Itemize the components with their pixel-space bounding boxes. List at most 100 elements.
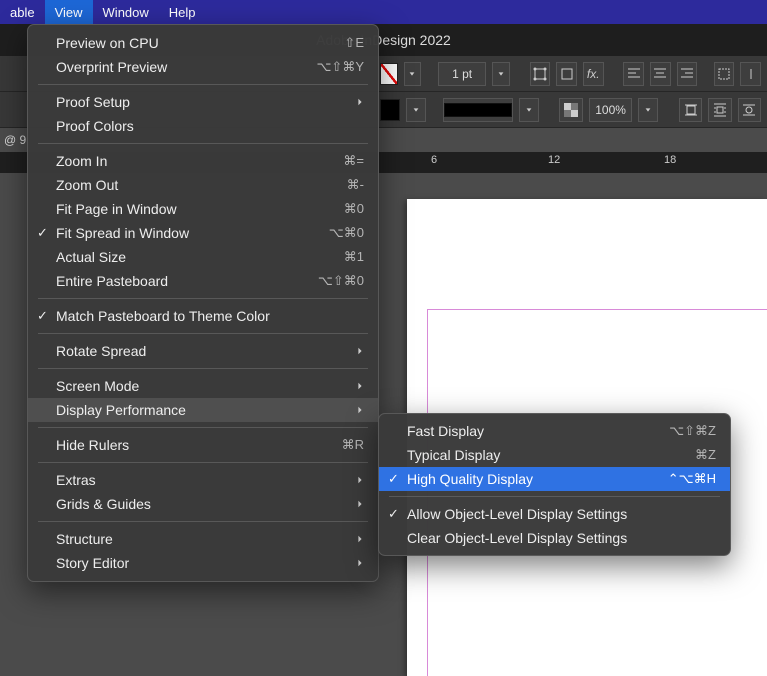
fill-black-swatch[interactable] [380,99,400,121]
transform-icon[interactable] [714,62,735,86]
chevron-right-icon [356,531,364,547]
menu-item[interactable]: Proof Colors [28,114,378,138]
check-icon: ✓ [37,308,48,324]
chevron-right-icon [356,402,364,418]
submenu-item[interactable]: ✓Allow Object-Level Display Settings [379,502,730,526]
menu-item-label: Zoom In [56,153,343,169]
menu-item-shortcut: ⌘= [343,153,364,169]
ruler-tick: 18 [664,154,676,166]
ruler-tick: 6 [431,154,437,166]
fill-dropdown[interactable] [404,62,422,86]
menu-separator [38,462,368,463]
menu-separator [38,333,368,334]
stroke-weight-dropdown[interactable] [492,62,510,86]
submenu-item[interactable]: Clear Object-Level Display Settings [379,526,730,550]
menu-item[interactable]: Zoom In⌘= [28,149,378,173]
opacity-icon[interactable] [559,98,582,122]
menubar-item-view[interactable]: View [45,0,93,24]
menu-item-label: Proof Setup [56,94,356,110]
align-left-icon[interactable] [623,62,644,86]
effects-icon[interactable]: fx. [583,62,604,86]
submenu-item-label: High Quality Display [407,471,668,487]
menu-item-shortcut: ⌘1 [344,249,364,265]
menu-item-shortcut: ⌥⇧⌘0 [318,273,364,289]
menu-item[interactable]: ✓ Match Pasteboard to Theme Color [28,304,378,328]
submenu-item-label: Fast Display [407,423,669,439]
menu-item[interactable]: Extras [28,468,378,492]
menu-item[interactable]: Rotate Spread [28,339,378,363]
text-wrap-bounding-icon[interactable] [708,98,731,122]
more-icon[interactable] [740,62,761,86]
opacity-dropdown[interactable] [638,98,658,122]
submenu-item-shortcut: ⌘Z [695,447,716,463]
chevron-right-icon [356,496,364,512]
chevron-right-icon [356,343,364,359]
menubar-item-able[interactable]: able [0,0,45,24]
menu-item-shortcut: ⌘0 [344,201,364,217]
menu-item-shortcut: ⌥⌘0 [329,225,364,241]
menu-separator [38,143,368,144]
menu-item-label: Fit Page in Window [56,201,344,217]
chevron-right-icon [356,378,364,394]
submenu-item-shortcut: ⌃⌥⌘H [668,471,716,487]
menu-item[interactable]: Actual Size⌘1 [28,245,378,269]
menu-item-label: Actual Size [56,249,344,265]
submenu-item-label: Typical Display [407,447,695,463]
menu-item[interactable]: Entire Pasteboard⌥⇧⌘0 [28,269,378,293]
menu-item[interactable]: Display Performance [28,398,378,422]
menu-item-label: Story Editor [56,555,356,571]
menubar-item-window[interactable]: Window [93,0,159,24]
menu-item-shortcut: ⌥⇧⌘Y [316,59,364,75]
menu-item-label: Extras [56,472,356,488]
menu-item-shortcut: ⌘- [347,177,364,193]
display-performance-submenu: Fast Display⌥⇧⌘ZTypical Display⌘Z✓High Q… [378,413,731,556]
align-center-icon[interactable] [650,62,671,86]
opacity-field[interactable]: 100% [589,98,633,122]
ruler-tick: 12 [548,154,560,166]
menu-item[interactable]: Structure [28,527,378,551]
align-right-icon[interactable] [677,62,698,86]
menu-item[interactable]: Zoom Out⌘- [28,173,378,197]
menu-item-label: Zoom Out [56,177,347,193]
submenu-item[interactable]: Typical Display⌘Z [379,443,730,467]
menu-item[interactable]: Grids & Guides [28,492,378,516]
fill-none-swatch[interactable] [380,63,398,85]
menubar-item-help[interactable]: Help [159,0,206,24]
menu-item-label: Match Pasteboard to Theme Color [56,308,364,324]
text-wrap-shape-icon[interactable] [738,98,761,122]
menu-item[interactable]: Screen Mode [28,374,378,398]
submenu-item-label: Allow Object-Level Display Settings [407,506,716,522]
menu-item[interactable]: Preview on CPU⇧E [28,31,378,55]
menu-item[interactable]: Fit Page in Window⌘0 [28,197,378,221]
menu-item-label: Display Performance [56,402,356,418]
menu-item-label: Screen Mode [56,378,356,394]
menu-item-label: Preview on CPU [56,35,344,51]
object-frame-icon[interactable] [556,62,577,86]
menu-item-label: Entire Pasteboard [56,273,318,289]
menu-item-label: Proof Colors [56,118,364,134]
chevron-right-icon [356,472,364,488]
submenu-item[interactable]: ✓ High Quality Display⌃⌥⌘H [379,467,730,491]
stroke-weight-field[interactable]: 1 pt [438,62,487,86]
corner-options-icon[interactable] [530,62,551,86]
menu-item[interactable]: Story Editor [28,551,378,575]
menu-item-label: Hide Rulers [56,437,342,453]
submenu-item[interactable]: Fast Display⌥⇧⌘Z [379,419,730,443]
fill2-dropdown[interactable] [406,98,426,122]
text-wrap-none-icon[interactable] [679,98,702,122]
menu-item[interactable]: Proof Setup [28,90,378,114]
menu-item[interactable]: Overprint Preview⌥⇧⌘Y [28,55,378,79]
menu-item[interactable]: Hide Rulers⌘R [28,433,378,457]
check-icon: ✓ [388,471,399,487]
menu-separator [38,84,368,85]
menu-item-label: Fit Spread in Window [56,225,329,241]
menu-separator [38,368,368,369]
menu-separator [38,298,368,299]
menu-item-label: Overprint Preview [56,59,316,75]
menu-item-shortcut: ⌘R [342,437,364,453]
submenu-item-label: Clear Object-Level Display Settings [407,530,716,546]
menu-item[interactable]: ✓Fit Spread in Window⌥⌘0 [28,221,378,245]
menubar: able View Window Help [0,0,767,24]
stroke-style-dropdown[interactable] [519,98,539,122]
stroke-style-preview [444,103,512,117]
